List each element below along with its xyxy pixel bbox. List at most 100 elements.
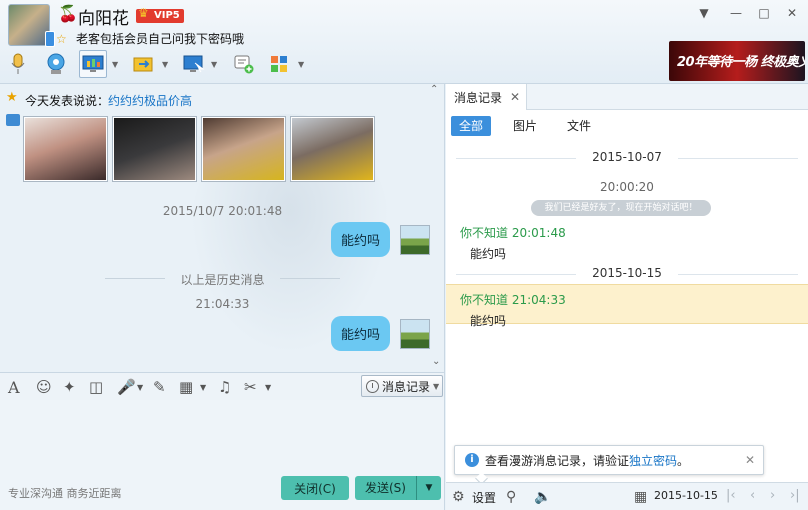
send-file-dropdown-icon[interactable]: ▼ bbox=[162, 60, 168, 69]
history-message-selected[interactable]: 你不知道 21:04:33 能约吗 bbox=[446, 284, 808, 328]
message-timestamp: 21:04:33 bbox=[195, 297, 250, 311]
apps-dropdown-icon[interactable]: ▼ bbox=[298, 60, 304, 69]
history-bottom-bar: ⚙ 设置 ⚲ 🔈 ▦ 2015-10-15 |‹ ‹ › ›| bbox=[446, 482, 808, 510]
speaker-icon[interactable]: 🔈 bbox=[534, 489, 551, 505]
close-tip-icon[interactable]: ✕ bbox=[745, 453, 755, 467]
ad-banner[interactable]: 20年等待一杨 终极奥义 bbox=[669, 41, 805, 81]
settings-button[interactable]: 设置 bbox=[472, 489, 496, 506]
video-call-button[interactable] bbox=[42, 50, 70, 78]
message-bubble[interactable]: 能约吗 bbox=[330, 316, 390, 351]
photo-thumbnail[interactable] bbox=[112, 116, 197, 182]
mood-label: 今天发表说说： bbox=[25, 94, 110, 108]
clock-icon bbox=[366, 379, 379, 393]
cherry-icon: 🍒 bbox=[58, 4, 78, 23]
screen-share-dropdown-icon[interactable]: ▼ bbox=[112, 60, 118, 69]
chat-message-area[interactable]: ★ 今天发表说说： 约约约极品价高 ⌃ 2015/10/7 20:01:48 能… bbox=[0, 84, 445, 372]
minimize-button[interactable]: — bbox=[729, 6, 743, 20]
remote-dropdown-icon[interactable]: ▼ bbox=[211, 60, 217, 69]
voice-message-icon[interactable]: 🎤 bbox=[117, 378, 136, 396]
filter-files[interactable]: 文件 bbox=[559, 116, 599, 136]
message-bubble[interactable]: 能约吗 bbox=[330, 222, 390, 257]
scissors-dropdown-icon[interactable]: ▼ bbox=[265, 383, 271, 392]
emoji-icon[interactable]: ☺ bbox=[36, 378, 52, 396]
photo-thumbnail[interactable] bbox=[290, 116, 375, 182]
collapse-up-icon[interactable]: ⌃ bbox=[430, 84, 438, 95]
history-tab-bar: 消息记录 ✕ bbox=[446, 84, 808, 110]
message-row: 能约吗 bbox=[330, 222, 430, 257]
image-icon[interactable]: ▦ bbox=[179, 378, 193, 396]
history-time: 20:00:20 bbox=[600, 180, 654, 194]
send-button[interactable]: 发送(S) ▼ bbox=[355, 476, 441, 500]
edit-icon[interactable]: ✎ bbox=[153, 378, 166, 396]
voice-dropdown-icon[interactable]: ▼ bbox=[137, 383, 143, 392]
magic-wand-icon[interactable]: ✦ bbox=[63, 378, 76, 396]
photo-strip bbox=[23, 116, 375, 182]
message-timestamp: 2015/10/7 20:01:48 bbox=[162, 204, 283, 218]
mood-link[interactable]: 约约约极品价高 bbox=[108, 92, 192, 109]
screen-share-button[interactable] bbox=[79, 50, 107, 78]
screenshot-icon[interactable]: ◫ bbox=[89, 378, 103, 396]
contact-signature: 老客包括会员自己问我下密码哦 bbox=[76, 32, 245, 46]
verify-password-link[interactable]: 独立密码 bbox=[629, 454, 677, 468]
close-window-button[interactable]: ✕ bbox=[785, 6, 799, 20]
dropdown-menu-icon[interactable]: ▼ bbox=[697, 6, 711, 20]
photo-album-icon bbox=[6, 114, 20, 126]
add-note-icon bbox=[234, 55, 254, 74]
next-page-icon[interactable]: › bbox=[770, 488, 775, 503]
input-toolbar: A ☺ ✦ ◫ 🎤 ▼ ✎ ▦ ▼ ♫ ✂ ▼ 消息记录 ▼ bbox=[0, 372, 445, 400]
scissors-icon[interactable]: ✂ bbox=[244, 378, 257, 396]
contact-avatar[interactable] bbox=[8, 4, 55, 47]
message-input[interactable]: 专业深沟通 商务近距离 关闭(C) 发送(S) ▼ bbox=[0, 400, 445, 510]
filter-images[interactable]: 图片 bbox=[505, 116, 545, 136]
history-sender: 你不知道 21:04:33 bbox=[460, 293, 566, 307]
video-icon bbox=[47, 53, 65, 74]
send-label: 发送(S) bbox=[355, 476, 417, 500]
apps-button[interactable] bbox=[266, 50, 294, 78]
send-file-button[interactable] bbox=[130, 50, 158, 78]
info-icon: i bbox=[465, 453, 479, 467]
current-date[interactable]: 2015-10-15 bbox=[654, 489, 718, 502]
image-dropdown-icon[interactable]: ▼ bbox=[200, 383, 206, 392]
photo-thumbnail[interactable] bbox=[201, 116, 286, 182]
gear-icon[interactable]: ⚙ bbox=[452, 489, 465, 505]
first-page-icon[interactable]: |‹ bbox=[726, 488, 736, 503]
last-page-icon[interactable]: ›| bbox=[790, 488, 800, 503]
maximize-button[interactable]: □ bbox=[757, 6, 771, 20]
message-history-button[interactable]: 消息记录 ▼ bbox=[361, 375, 443, 397]
self-avatar[interactable] bbox=[400, 318, 430, 349]
photo-thumbnail[interactable] bbox=[23, 116, 108, 182]
send-options-icon[interactable]: ▼ bbox=[417, 483, 441, 493]
microphone-icon bbox=[11, 53, 25, 74]
chat-window-header: 🍒 向阳花 ♛ VIP5 ☆ 老客包括会员自己问我下密码哦 ▼ — □ ✕ ▼ ▼… bbox=[0, 0, 808, 84]
calendar-icon[interactable]: ▦ bbox=[634, 489, 647, 505]
filter-all[interactable]: 全部 bbox=[451, 116, 492, 136]
history-message[interactable]: 你不知道 20:01:48 能约吗 bbox=[446, 218, 808, 264]
history-date: 2015-10-07 bbox=[446, 150, 808, 164]
music-icon[interactable]: ♫ bbox=[218, 378, 231, 396]
tab-message-history[interactable]: 消息记录 ✕ bbox=[446, 84, 528, 110]
vip-badge[interactable]: ♛ VIP5 bbox=[136, 6, 184, 23]
search-icon[interactable]: ⚲ bbox=[506, 489, 516, 505]
create-note-button[interactable] bbox=[230, 50, 258, 78]
collapse-down-icon[interactable]: ⌄ bbox=[432, 356, 440, 367]
remote-assistance-button[interactable] bbox=[180, 50, 208, 78]
roaming-history-tip: i 查看漫游消息记录，请验证独立密码。 ✕ bbox=[454, 445, 764, 475]
history-sender: 你不知道 20:01:48 bbox=[460, 226, 566, 240]
close-tab-icon[interactable]: ✕ bbox=[510, 90, 520, 104]
contact-name[interactable]: 向阳花 bbox=[78, 4, 129, 29]
message-row: 能约吗 bbox=[330, 316, 430, 351]
crown-icon: ♛ bbox=[138, 6, 149, 20]
close-button[interactable]: 关闭(C) bbox=[281, 476, 349, 500]
remote-desktop-icon bbox=[183, 55, 205, 73]
mobile-online-icon bbox=[45, 31, 55, 47]
screen-share-icon bbox=[82, 55, 104, 72]
star-icon: ☆ bbox=[56, 32, 67, 46]
voice-call-button[interactable] bbox=[4, 50, 32, 78]
history-date: 2015-10-15 bbox=[446, 266, 808, 280]
history-divider: 以上是历史消息 bbox=[105, 271, 340, 288]
font-icon[interactable]: A bbox=[8, 378, 20, 397]
self-avatar[interactable] bbox=[400, 224, 430, 255]
prev-page-icon[interactable]: ‹ bbox=[750, 488, 755, 503]
history-text: 能约吗 bbox=[470, 247, 507, 261]
slogan-text: 专业深沟通 商务近距离 bbox=[8, 487, 122, 500]
